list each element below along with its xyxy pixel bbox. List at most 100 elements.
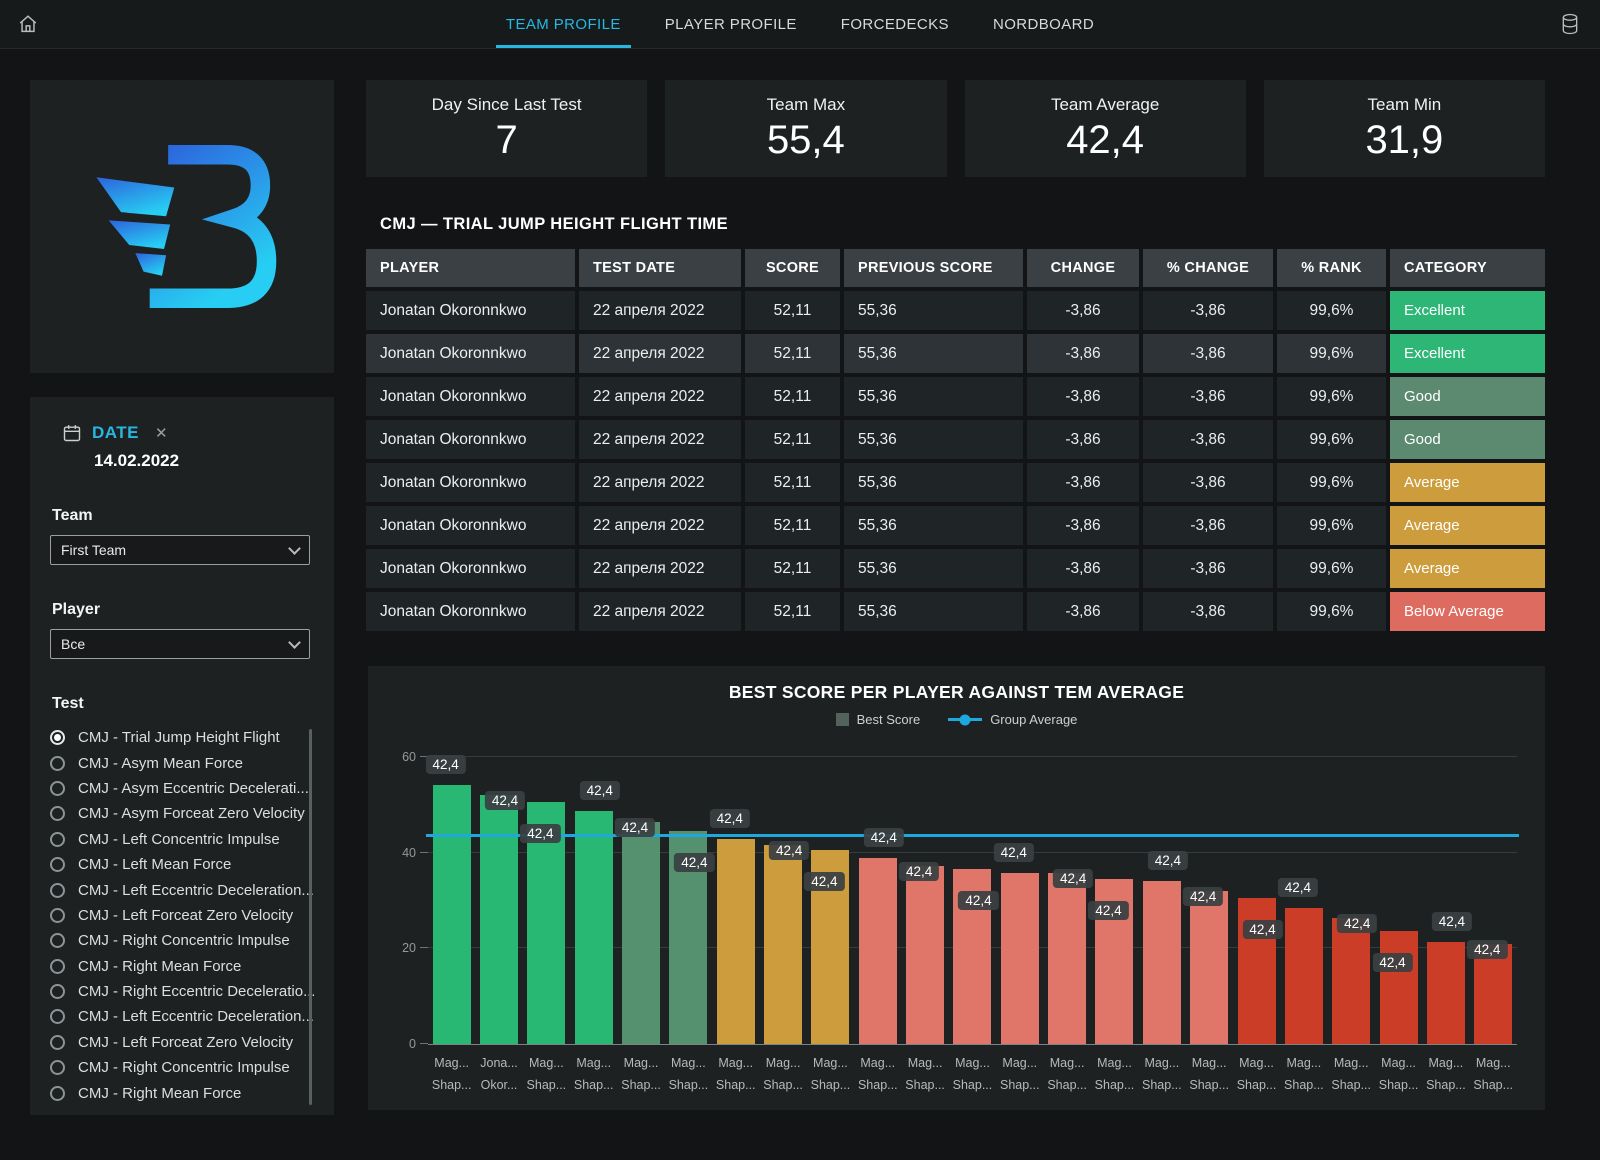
- category-badge: Excellent: [1390, 334, 1545, 373]
- bar[interactable]: [575, 811, 613, 1044]
- data-label: 42,4: [769, 841, 809, 860]
- close-icon[interactable]: ✕: [155, 424, 168, 442]
- column-header-previous-score: PREVIOUS SCORE: [844, 249, 1023, 287]
- cell: 55,36: [844, 592, 1023, 631]
- column-header-rank: % RANK: [1277, 249, 1386, 287]
- bar[interactable]: [1048, 873, 1086, 1044]
- radio-icon: [50, 857, 65, 872]
- cell: -3,86: [1027, 420, 1139, 459]
- tab-nordboard[interactable]: NORDBOARD: [993, 0, 1094, 48]
- test-option[interactable]: CMJ - Left Eccentric Deceleration...: [50, 877, 314, 902]
- cell: -3,86: [1027, 377, 1139, 416]
- cell: 22 апреля 2022: [579, 291, 741, 330]
- radio-icon: [50, 781, 65, 796]
- radio-icon: [50, 933, 65, 948]
- bar[interactable]: [1380, 931, 1418, 1044]
- legend-square-swatch: [836, 713, 849, 726]
- test-option[interactable]: CMJ - Right Eccentric Deceleratio...: [50, 979, 314, 1004]
- cell: -3,86: [1143, 463, 1273, 502]
- test-option-label: CMJ - Right Eccentric Deceleratio...: [78, 983, 314, 1000]
- test-option[interactable]: CMJ - Asym Mean Force: [50, 750, 314, 775]
- bar[interactable]: [906, 866, 944, 1044]
- stat-card-value: 7: [496, 117, 518, 163]
- bar[interactable]: [480, 795, 518, 1044]
- cell: 99,6%: [1277, 420, 1386, 459]
- test-option[interactable]: CMJ - Left Eccentric Deceleration...: [50, 1004, 314, 1029]
- x-axis-label: Mag...Shap...: [1000, 1053, 1040, 1097]
- cell: 52,11: [745, 506, 840, 545]
- test-option[interactable]: CMJ - Right Mean Force: [50, 954, 314, 979]
- test-option-label: CMJ - Asym Forceat Zero Velocity: [78, 805, 305, 822]
- cell: 52,11: [745, 334, 840, 373]
- stat-card-label: Team Min: [1368, 95, 1442, 115]
- bar[interactable]: [1190, 891, 1228, 1044]
- category-badge: Below Average: [1390, 592, 1545, 631]
- test-option[interactable]: CMJ - Right Concentric Impulse: [50, 1055, 314, 1080]
- bar-slot: 42,4Mag...Shap...: [1422, 757, 1469, 1044]
- stat-card-day-since-last-test: Day Since Last Test7: [366, 80, 647, 177]
- bar[interactable]: [433, 785, 471, 1044]
- bar-slot: 42,4Mag...Shap...: [996, 757, 1043, 1044]
- bar[interactable]: [1427, 942, 1465, 1044]
- bar[interactable]: [717, 839, 755, 1044]
- data-label: 42,4: [1183, 887, 1223, 906]
- cell: 55,36: [844, 377, 1023, 416]
- test-option[interactable]: CMJ - Left Mean Force: [50, 852, 314, 877]
- test-option-label: CMJ - Left Concentric Impulse: [78, 831, 280, 848]
- category-badge: Average: [1390, 549, 1545, 588]
- x-axis-label: Mag...Shap...: [432, 1053, 472, 1097]
- bar[interactable]: [1332, 918, 1370, 1044]
- player-select[interactable]: Все: [50, 629, 310, 659]
- test-option[interactable]: CMJ - Left Forceat Zero Velocity: [50, 903, 314, 928]
- radio-selected-icon: [50, 730, 65, 745]
- test-option[interactable]: CMJ - Asym Forceat Zero Velocity: [50, 801, 314, 826]
- test-list-scrollbar[interactable]: [309, 729, 312, 1105]
- x-axis-label: Mag...Shap...: [1284, 1053, 1324, 1097]
- tab-team-profile[interactable]: TEAM PROFILE: [506, 0, 621, 48]
- bar[interactable]: [1001, 873, 1039, 1044]
- x-axis-label: Mag...Shap...: [905, 1053, 945, 1097]
- test-option[interactable]: CMJ - Trial Jump Height Flight: [50, 725, 314, 750]
- cell: Jonatan Okoronnkwo: [366, 420, 575, 459]
- database-icon[interactable]: [1546, 0, 1594, 48]
- test-option[interactable]: CMJ - Left Concentric Impulse: [50, 827, 314, 852]
- bar[interactable]: [622, 822, 660, 1044]
- stat-cards: Day Since Last Test7Team Max55,4Team Ave…: [366, 80, 1545, 177]
- radio-icon: [50, 959, 65, 974]
- bar-slot: 42,4Mag...Shap...: [949, 757, 996, 1044]
- bar[interactable]: [764, 845, 802, 1044]
- cell: 99,6%: [1277, 377, 1386, 416]
- test-option[interactable]: CMJ - Right Mean Force: [50, 1080, 314, 1105]
- x-axis-label: Mag...Shap...: [1426, 1053, 1466, 1097]
- radio-icon: [50, 806, 65, 821]
- cell: Jonatan Okoronnkwo: [366, 463, 575, 502]
- test-option[interactable]: CMJ - Right Concentric Impulse: [50, 928, 314, 953]
- bar[interactable]: [859, 858, 897, 1044]
- x-axis-label: Mag...Shap...: [716, 1053, 756, 1097]
- y-tick-label: 60: [402, 750, 416, 764]
- test-option[interactable]: CMJ - Left Forceat Zero Velocity: [50, 1030, 314, 1055]
- home-icon[interactable]: [4, 0, 52, 48]
- cell: 22 апреля 2022: [579, 506, 741, 545]
- bar[interactable]: [1143, 881, 1181, 1044]
- tab-player-profile[interactable]: PLAYER PROFILE: [665, 0, 797, 48]
- date-filter-value: 14.02.2022: [94, 451, 314, 471]
- bar-slot: 42,4Mag...Shap...: [1233, 757, 1280, 1044]
- tab-forcedecks[interactable]: FORCEDECKS: [841, 0, 949, 48]
- x-axis-label: Mag...Shap...: [858, 1053, 898, 1097]
- bar[interactable]: [1285, 908, 1323, 1044]
- cell: -3,86: [1143, 549, 1273, 588]
- team-select[interactable]: First Team: [50, 535, 310, 565]
- data-label: 42,4: [958, 891, 998, 910]
- cell: 99,6%: [1277, 506, 1386, 545]
- data-label: 42,4: [520, 824, 560, 843]
- column-header-test-date: TEST DATE: [579, 249, 741, 287]
- cell: 22 апреля 2022: [579, 463, 741, 502]
- bar-slot: 42,4Mag...Shap...: [1091, 757, 1138, 1044]
- data-label: 42,4: [864, 828, 904, 847]
- x-axis-label: Mag...Shap...: [1047, 1053, 1087, 1097]
- x-axis-label: Mag...Shap...: [1095, 1053, 1135, 1097]
- cell: -3,86: [1027, 592, 1139, 631]
- test-option[interactable]: CMJ - Asym Eccentric Decelerati...: [50, 776, 314, 801]
- test-option-label: CMJ - Right Concentric Impulse: [78, 932, 290, 949]
